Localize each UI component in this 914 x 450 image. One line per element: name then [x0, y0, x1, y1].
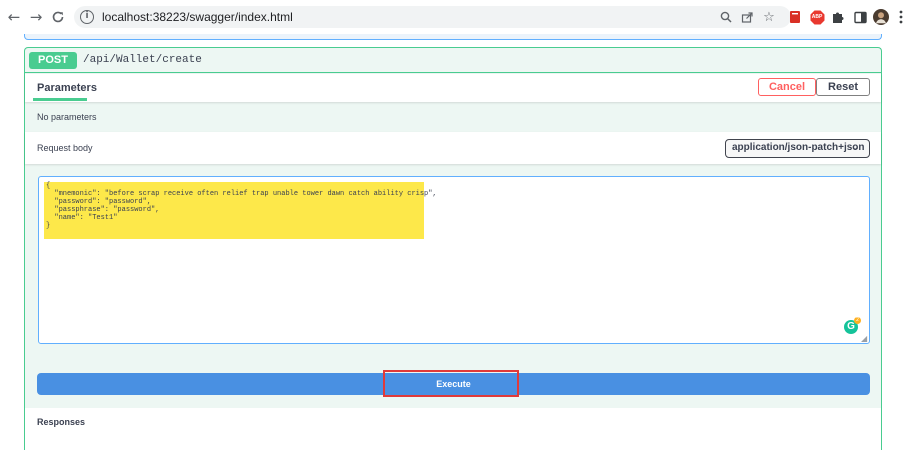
abp-label: ABP [811, 14, 823, 20]
request-body-editor[interactable]: { "mnemonic": "before scrap receive ofte… [38, 176, 870, 344]
responses-header: Responses [25, 408, 881, 450]
forward-arrow-icon[interactable]: → [26, 7, 46, 27]
info-icon[interactable]: i [80, 10, 94, 24]
puzzle-icon[interactable] [830, 9, 846, 25]
code-line: "mnemonic": "before scrap receive often … [46, 190, 437, 198]
share-icon[interactable] [738, 8, 756, 26]
operation-block-post: POST /api/Wallet/create Parameters Cance… [24, 47, 882, 450]
operation-path: /api/Wallet/create [83, 54, 202, 66]
parameters-header: Parameters Cancel Reset [25, 74, 881, 102]
code-line: "name": "Test1" [46, 214, 118, 222]
request-body-header: Request body application/json-patch+json… [25, 132, 881, 164]
cancel-button[interactable]: Cancel [758, 78, 816, 96]
no-parameters-text: No parameters [37, 112, 97, 122]
grammarly-count-badge: 2 [854, 317, 861, 324]
tab-active-underline [33, 98, 87, 101]
star-icon[interactable]: ☆ [760, 8, 778, 26]
url-text[interactable]: localhost:38223/swagger/index.html [102, 10, 293, 24]
reset-button[interactable]: Reset [816, 78, 870, 96]
profile-avatar[interactable] [873, 9, 889, 25]
back-arrow-icon[interactable]: ← [4, 7, 24, 27]
previous-operation-block [24, 34, 882, 40]
bookmark-ext-icon[interactable] [787, 9, 803, 25]
side-panel-icon[interactable] [852, 9, 868, 25]
resize-handle[interactable]: ◢ [861, 335, 867, 343]
tab-parameters[interactable]: Parameters [37, 82, 97, 95]
kebab-menu-icon[interactable] [896, 9, 906, 25]
selected-text-highlight: { "mnemonic": "before scrap receive ofte… [44, 182, 437, 239]
chevron-down-icon: ⌄ [851, 142, 860, 153]
method-badge: POST [29, 52, 77, 69]
content-type-select[interactable]: application/json-patch+json ⌄ [725, 139, 870, 158]
code-line: "password": "password", [46, 198, 152, 206]
execute-button[interactable]: Execute [37, 370, 870, 397]
address-bar[interactable]: i localhost:38223/swagger/index.html ☆ [74, 6, 791, 28]
execute-focus-outline [383, 370, 519, 397]
zoom-icon[interactable] [717, 8, 735, 26]
code-line: } [46, 222, 51, 230]
code-line: { [46, 182, 51, 190]
operation-summary[interactable]: POST /api/Wallet/create [25, 48, 881, 73]
content-type-value: application/json-patch+json [732, 142, 865, 153]
request-body-title: Request body [37, 143, 93, 153]
responses-title: Responses [37, 417, 86, 427]
code-line: "passphrase": "password", [46, 206, 160, 214]
browser-toolbar: ← → i localhost:38223/swagger/index.html… [0, 0, 914, 34]
abp-icon[interactable]: ABP [809, 9, 825, 25]
reload-icon[interactable] [48, 7, 68, 27]
